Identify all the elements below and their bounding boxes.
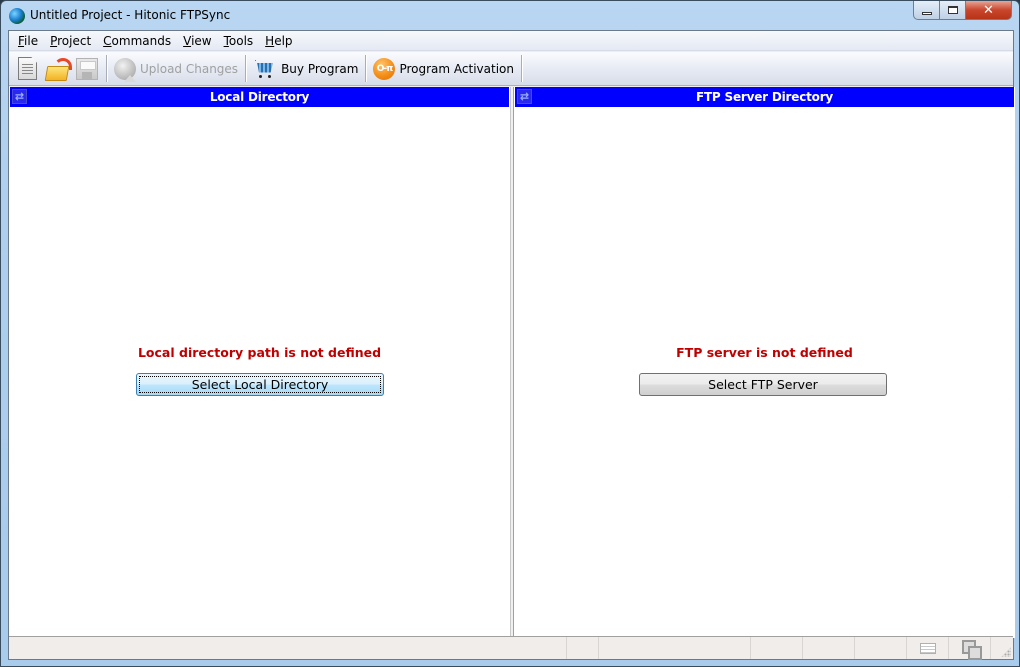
window-mode-status[interactable] [949, 637, 991, 660]
minimize-button[interactable] [913, 1, 940, 20]
menu-view[interactable]: View [177, 31, 217, 51]
app-window: Untitled Project - Hitonic FTPSync ✕ Fil… [0, 0, 1020, 667]
local-directory-pane: ⇄ Local Directory Local directory path i… [9, 87, 511, 638]
local-directory-title: Local Directory [209, 90, 310, 104]
refresh-icon[interactable]: ⇄ [12, 89, 27, 104]
menu-label: ools [228, 33, 254, 48]
new-document-icon [18, 57, 37, 80]
menu-bar: File Project Commands View Tools Help [9, 31, 1013, 51]
status-panel [9, 637, 567, 659]
toolbar-separator [365, 55, 367, 82]
ftp-server-warning: FTP server is not defined [676, 345, 853, 360]
menu-help[interactable]: Help [259, 31, 298, 51]
menu-project[interactable]: Project [44, 31, 97, 51]
menu-label: elp [274, 33, 293, 48]
ftp-directory-pane: ⇄ FTP Server Directory FTP server is not… [513, 87, 1015, 638]
key-icon: O‑π [373, 57, 396, 80]
caption-buttons: ✕ [913, 1, 1012, 21]
menu-label: ile [24, 33, 39, 48]
open-folder-icon [45, 57, 72, 81]
status-panel [751, 637, 803, 659]
menu-file[interactable]: File [12, 31, 44, 51]
open-project-button[interactable] [42, 55, 72, 83]
ftp-directory-body: FTP server is not defined Select FTP Ser… [514, 107, 1015, 638]
program-activation-button[interactable]: O‑π Program Activation [370, 55, 517, 83]
directory-panes: ⇄ Local Directory Local directory path i… [9, 87, 1015, 638]
window-title: Untitled Project - Hitonic FTPSync [30, 8, 231, 22]
maximize-icon [947, 6, 958, 14]
select-local-directory-button[interactable]: Select Local Directory [136, 373, 384, 396]
shopping-cart-icon [253, 57, 277, 81]
menu-label: iew [191, 33, 212, 48]
save-disk-icon [76, 57, 98, 80]
local-directory-header: ⇄ Local Directory [10, 87, 509, 107]
toolbar-separator [520, 55, 522, 82]
ftp-directory-header: ⇄ FTP Server Directory [515, 87, 1014, 107]
status-panel [599, 637, 751, 659]
client-area: File Project Commands View Tools Help Up… [8, 30, 1015, 660]
status-panel [567, 637, 599, 659]
status-bar [9, 636, 1013, 660]
buy-program-button[interactable]: Buy Program [250, 55, 361, 83]
status-panel [855, 637, 907, 659]
minimize-icon [921, 11, 932, 15]
menu-commands[interactable]: Commands [97, 31, 177, 51]
resize-grip-icon[interactable] [1001, 647, 1011, 657]
buy-program-label: Buy Program [281, 61, 359, 76]
upload-changes-button[interactable]: Upload Changes [111, 55, 241, 83]
windows-cascade-icon [961, 640, 982, 660]
refresh-icon[interactable]: ⇄ [517, 89, 532, 104]
globe-icon [9, 8, 25, 24]
status-panel [803, 637, 855, 659]
toolbar: Upload Changes Buy Program O‑π Program A… [9, 52, 1013, 86]
upload-changes-label: Upload Changes [140, 61, 239, 76]
ftp-directory-title: FTP Server Directory [695, 90, 834, 104]
select-ftp-server-button[interactable]: Select FTP Server [639, 373, 887, 396]
status-grip-area [991, 637, 1013, 659]
menu-label: roject [57, 33, 92, 48]
title-bar[interactable]: Untitled Project - Hitonic FTPSync ✕ [1, 1, 1019, 31]
upload-globe-icon [114, 57, 136, 82]
toolbar-separator [106, 55, 107, 82]
program-activation-label: Program Activation [399, 61, 514, 76]
keyboard-status [907, 637, 949, 659]
maximize-button[interactable] [940, 1, 966, 20]
menu-tools[interactable]: Tools [218, 31, 260, 51]
new-project-button[interactable] [13, 55, 42, 83]
menu-accel: V [183, 33, 192, 48]
local-directory-body: Local directory path is not defined Sele… [9, 107, 510, 638]
menu-label: ommands [111, 33, 172, 48]
save-project-button[interactable] [72, 55, 102, 83]
local-directory-warning: Local directory path is not defined [137, 345, 382, 360]
menu-accel: C [103, 33, 112, 48]
close-icon: ✕ [983, 2, 994, 18]
keyboard-icon [919, 642, 936, 654]
close-button[interactable]: ✕ [966, 1, 1012, 20]
menu-accel: H [265, 33, 275, 48]
toolbar-separator [245, 55, 247, 82]
